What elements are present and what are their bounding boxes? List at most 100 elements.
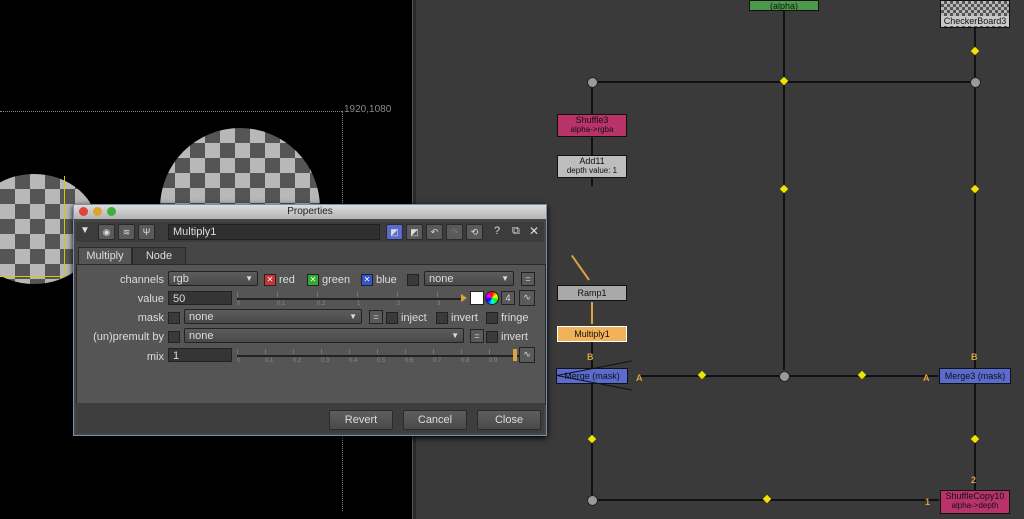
node-ramp1[interactable]: Ramp1 xyxy=(557,285,627,301)
node-add11[interactable]: Add11 depth value: 1 xyxy=(557,155,627,178)
slider-tick xyxy=(357,292,358,297)
mask-value: none xyxy=(189,311,214,323)
slider-handle[interactable] xyxy=(461,294,467,302)
green-label: green xyxy=(322,274,351,286)
invert-label: invert xyxy=(451,312,478,324)
properties-window[interactable]: Properties ▼ ◉ ≋ Ψ Multiply1 ◩ ◩ ↶ ↷ ⟲ ?… xyxy=(73,204,547,436)
slider-tick xyxy=(437,292,438,297)
mask-checkbox[interactable] xyxy=(168,312,180,324)
channels-dropdown[interactable]: rgb ▼ xyxy=(168,271,258,286)
fringe-checkbox[interactable] xyxy=(486,312,498,324)
tab-multiply[interactable]: Multiply xyxy=(78,247,132,265)
target-icon[interactable]: ◉ xyxy=(98,224,115,240)
slider-track xyxy=(237,355,519,357)
slider-tick-label: 1 xyxy=(357,301,361,307)
inject-checkbox[interactable] xyxy=(386,312,398,324)
slider-tick-label: 0.8 xyxy=(461,358,470,364)
properties-title: Properties xyxy=(287,206,333,217)
alpha-checkbox[interactable] xyxy=(407,274,419,286)
premult-checkbox[interactable] xyxy=(168,331,180,343)
input-label-b: B xyxy=(971,352,978,362)
blue-label: blue xyxy=(376,274,397,286)
slider-tick-label: 0.4 xyxy=(349,358,358,364)
channel-count-button[interactable]: 4 xyxy=(501,291,515,305)
dot-node[interactable] xyxy=(970,77,981,88)
wire-marker xyxy=(779,184,789,194)
green-checkbox[interactable]: ✕ xyxy=(307,274,319,286)
revert-button[interactable]: Revert xyxy=(329,410,393,430)
inject-label: inject xyxy=(401,312,427,324)
slider-tick xyxy=(237,292,238,297)
redo-icon[interactable]: ↷ xyxy=(446,224,463,240)
wire-marker xyxy=(970,184,980,194)
node-top-green[interactable]: (alpha) xyxy=(749,0,819,11)
close-window-icon[interactable] xyxy=(79,207,88,216)
extra-channel-value: none xyxy=(429,273,454,285)
help-icon[interactable]: ? xyxy=(494,225,500,237)
node-sublabel: depth value: 1 xyxy=(566,166,618,175)
close-panel-icon[interactable]: ✕ xyxy=(529,224,539,238)
dot-node[interactable] xyxy=(587,495,598,506)
slider-tick xyxy=(489,349,490,354)
red-checkbox[interactable]: ✕ xyxy=(264,274,276,286)
slider-tick-label: 2 xyxy=(397,301,401,307)
premult-label: (un)premult by xyxy=(93,331,164,343)
node-merge3[interactable]: Merge3 (mask) xyxy=(939,368,1011,384)
mix-label: mix xyxy=(146,351,164,363)
slider-handle[interactable] xyxy=(513,349,517,361)
node-shuffle3[interactable]: Shuffle3 alpha->rgba xyxy=(557,114,627,137)
extra-channel-dropdown[interactable]: none ▼ xyxy=(424,271,514,286)
fringe-label: fringe xyxy=(501,312,529,324)
link-premult-button[interactable]: = xyxy=(470,329,484,343)
link-mask-button[interactable]: = xyxy=(369,310,383,324)
animation-curve-icon[interactable]: ∿ xyxy=(519,347,535,363)
color-swatch[interactable] xyxy=(470,291,484,305)
close-button[interactable]: Close xyxy=(477,410,541,430)
dot-node[interactable] xyxy=(779,371,790,382)
button-bar xyxy=(76,403,544,433)
node-shufflecopy10[interactable]: ShuffleCopy10 alpha->depth xyxy=(940,490,1010,514)
invert-mask-checkbox[interactable] xyxy=(436,312,448,324)
animation-curve-icon[interactable]: ∿ xyxy=(519,290,535,306)
value-slider[interactable]: 0 0.1 0.2 1 2 3 xyxy=(237,291,467,307)
invert-premult-label: invert xyxy=(501,331,528,343)
node-color-icon[interactable]: ◩ xyxy=(386,224,403,240)
slider-tick-label: 0.6 xyxy=(405,358,414,364)
node-multiply1[interactable]: Multiply1 xyxy=(557,326,627,342)
node-checkerboard[interactable]: CheckerBoard3 xyxy=(940,0,1010,28)
slider-tick xyxy=(293,349,294,354)
tool-icon[interactable]: Ψ xyxy=(138,224,155,240)
value-input[interactable]: 50 xyxy=(168,291,232,305)
color-wheel-icon[interactable] xyxy=(485,291,499,305)
node-label: (alpha) xyxy=(769,1,798,11)
slider-tick xyxy=(321,349,322,354)
slider-tick-label: 0.1 xyxy=(265,358,274,364)
node-merge-disabled[interactable]: Merge (mask) xyxy=(556,360,632,391)
blue-checkbox[interactable]: ✕ xyxy=(361,274,373,286)
collapse-triangle-icon[interactable]: ▼ xyxy=(80,225,90,236)
mask-dropdown[interactable]: none ▼ xyxy=(184,309,362,324)
premult-dropdown[interactable]: none ▼ xyxy=(184,328,464,343)
zoom-window-icon[interactable] xyxy=(107,207,116,216)
undo-icon[interactable]: ↶ xyxy=(426,224,443,240)
invert-premult-checkbox[interactable] xyxy=(486,331,498,343)
slider-tick-label: 0.3 xyxy=(321,358,330,364)
input-label-a: A xyxy=(636,373,643,383)
mix-input[interactable]: 1 xyxy=(168,348,232,362)
cancel-button[interactable]: Cancel xyxy=(403,410,467,430)
node-name-field[interactable]: Multiply1 xyxy=(168,224,380,240)
wire-marker xyxy=(697,370,707,380)
viewer-color-icon[interactable]: ◩ xyxy=(406,224,423,240)
mix-slider[interactable]: 0 0.1 0.2 0.3 0.4 0.5 0.6 0.7 0.8 0.9 xyxy=(237,348,519,364)
input-label-b: B xyxy=(587,352,594,362)
float-icon[interactable]: ⧉ xyxy=(512,225,520,238)
revert-icon[interactable]: ⟲ xyxy=(466,224,483,240)
wire xyxy=(591,84,593,114)
slider-tick-label: 0.1 xyxy=(277,301,286,307)
minimize-window-icon[interactable] xyxy=(93,207,102,216)
dot-node[interactable] xyxy=(587,77,598,88)
red-label: red xyxy=(279,274,295,286)
presets-icon[interactable]: ≋ xyxy=(118,224,135,240)
properties-titlebar[interactable]: Properties xyxy=(74,205,546,219)
link-channels-button[interactable]: = xyxy=(521,272,535,286)
